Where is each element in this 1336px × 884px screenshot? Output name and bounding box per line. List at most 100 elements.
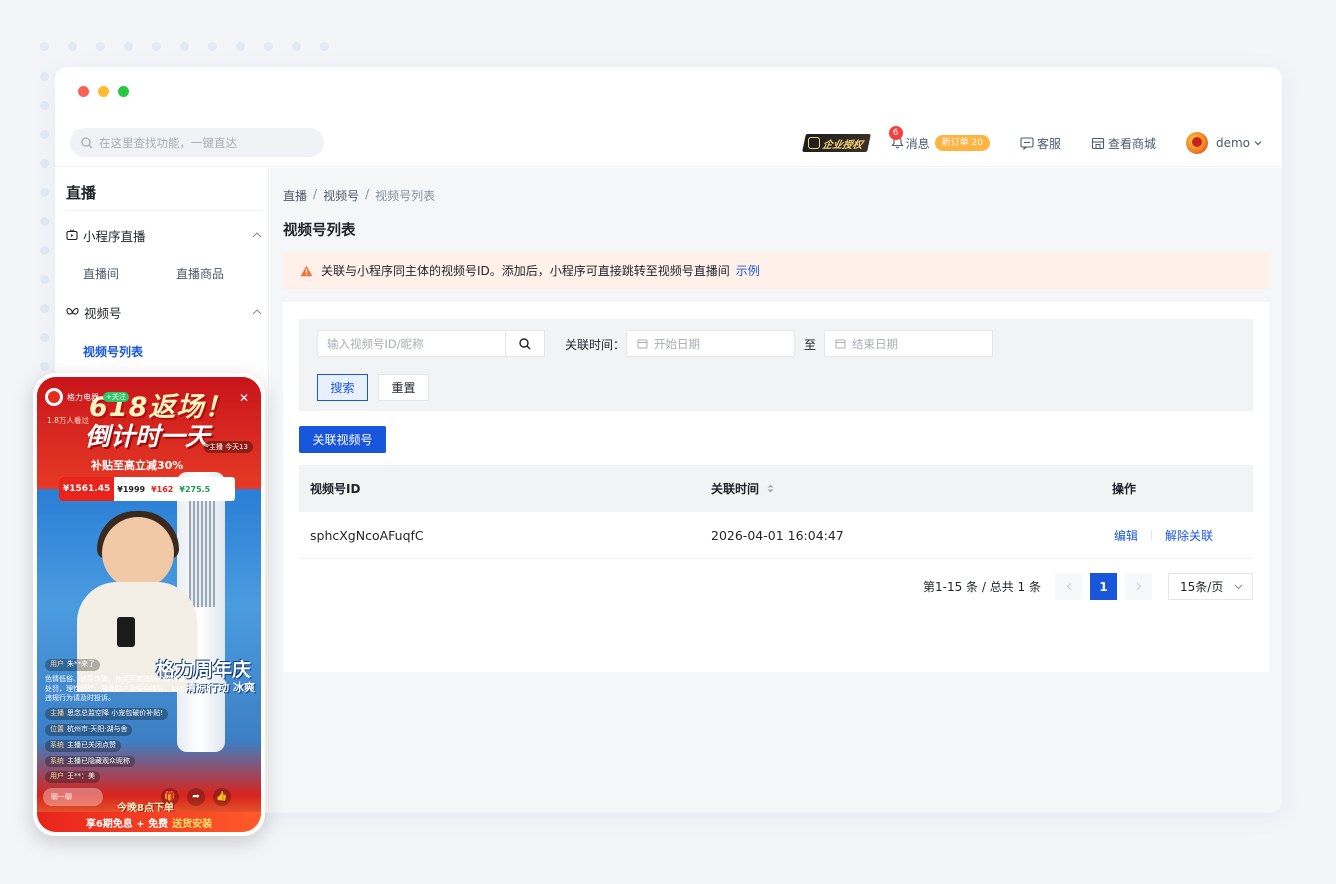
host-image bbox=[102, 517, 174, 589]
prev-page-button[interactable] bbox=[1055, 573, 1082, 600]
table-header: 视频号ID 关联时间 操作 bbox=[299, 465, 1253, 512]
user-menu[interactable]: demo bbox=[1185, 132, 1262, 154]
main-content: 直播 / 视频号 / 视频号列表 视频号列表 关联与小程序同主体的视频号ID。添… bbox=[270, 168, 1282, 813]
sidebar-group-label: 小程序直播 bbox=[83, 228, 146, 244]
comment-item: 系统 主播已关闭点赞 bbox=[45, 739, 121, 752]
breadcrumb-current: 视频号列表 bbox=[375, 189, 436, 203]
crown-icon bbox=[807, 137, 820, 149]
sort-icon[interactable] bbox=[767, 484, 774, 493]
start-date-picker[interactable]: 开始日期 bbox=[626, 330, 795, 357]
next-page-button[interactable] bbox=[1125, 573, 1152, 600]
pagination: 第1-15 条 / 总共 1 条 1 15条/页 bbox=[923, 573, 1253, 600]
price-bar: ¥1561.45 ¥1999 ¥162 ¥275.5 bbox=[59, 477, 235, 501]
message-count-badge: 6 bbox=[888, 125, 903, 140]
cell-actions: 编辑 解除关联 bbox=[1114, 512, 1213, 558]
top-bar-actions: 企业授权 6 消息 新订单 20 客服 查看商城 demo bbox=[801, 125, 1262, 157]
top-bar: 在这里查找功能，一键直达 企业授权 6 消息 新订单 20 客服 查看商城 de… bbox=[55, 119, 1282, 167]
chevron-right-icon bbox=[1136, 582, 1141, 591]
column-header-time[interactable]: 关联时间 bbox=[711, 465, 774, 512]
comment-item: 用户 朱**来了 bbox=[45, 659, 100, 671]
global-search-input[interactable]: 在这里查找功能，一键直达 bbox=[70, 128, 324, 157]
calendar-icon bbox=[835, 339, 846, 349]
search-placeholder: 在这里查找功能，一键直达 bbox=[99, 135, 237, 150]
host-tag: 主播 今天13 bbox=[203, 441, 253, 453]
sidebar-title: 直播 bbox=[66, 184, 97, 202]
subsidy-text: 补贴至高立减30% bbox=[91, 459, 184, 472]
channel-id-search-button[interactable] bbox=[505, 330, 545, 357]
price-original: ¥1999 bbox=[117, 484, 146, 494]
sidebar-group-channels[interactable]: 视频号 bbox=[66, 302, 262, 322]
like-icon[interactable]: 👍 bbox=[213, 788, 231, 806]
channel-id-input[interactable]: 输入视频号ID/昵称 bbox=[317, 330, 506, 357]
share-icon[interactable]: ➦ bbox=[187, 788, 205, 806]
customer-service-label: 客服 bbox=[1036, 136, 1061, 151]
breadcrumb-separator: / bbox=[313, 187, 318, 201]
end-date-picker[interactable]: 结束日期 bbox=[824, 330, 993, 357]
promo-countdown: 倒计时一天 bbox=[85, 422, 211, 451]
channel-table: 视频号ID 关联时间 操作 sphcXgNcoAFuqfC 2026-04-01… bbox=[299, 465, 1253, 559]
search-icon bbox=[81, 136, 93, 148]
breadcrumb: 直播 / 视频号 / 视频号列表 bbox=[283, 187, 435, 204]
action-divider bbox=[1151, 529, 1153, 541]
messages-button[interactable]: 6 消息 新订单 20 bbox=[888, 125, 990, 152]
maximize-window-button[interactable] bbox=[118, 86, 129, 97]
sidebar-group-miniprogram-live[interactable]: 小程序直播 bbox=[66, 225, 262, 245]
footer-promo-highlight: 送货安装 bbox=[172, 818, 213, 830]
sidebar-item-channel-list[interactable]: 视频号列表 bbox=[83, 343, 143, 360]
shop-info: 格力电器 +关注 bbox=[45, 388, 129, 406]
search-icon bbox=[519, 337, 531, 349]
sidebar-item-live-room[interactable]: 直播间 bbox=[83, 265, 119, 282]
view-mall-button[interactable]: 查看商城 bbox=[1091, 135, 1156, 152]
chevron-up-icon bbox=[252, 309, 262, 315]
enterprise-badge[interactable]: 企业授权 bbox=[801, 134, 871, 152]
live-tv-icon bbox=[66, 229, 78, 241]
alert-text: 关联与小程序同主体的视频号ID。添加后，小程序可直接跳转至视频号直播间 bbox=[321, 264, 730, 278]
comment-item: 主播 思念总监空降 小宠包破价补贴! bbox=[45, 708, 169, 720]
minimize-window-button[interactable] bbox=[98, 86, 109, 97]
column-header-time-label: 关联时间 bbox=[711, 482, 760, 496]
avatar bbox=[1185, 132, 1208, 154]
bell-icon: 6 bbox=[888, 125, 904, 152]
date-range-separator: 至 bbox=[804, 338, 817, 352]
compliance-notice: 色情低俗、诱导诈骗、抽奖买卖违规内容将被处罚，理性消费，避免财产及安全损失，如有… bbox=[45, 674, 185, 703]
close-icon[interactable]: ✕ bbox=[239, 391, 249, 405]
example-link[interactable]: 示例 bbox=[736, 262, 760, 279]
reset-button[interactable]: 重置 bbox=[378, 374, 429, 401]
sidebar-group-label: 视频号 bbox=[84, 305, 122, 321]
follow-button[interactable]: +关注 bbox=[103, 392, 129, 402]
breadcrumb-separator: / bbox=[365, 187, 370, 201]
link-channel-button[interactable]: 关联视频号 bbox=[299, 426, 386, 453]
view-mall-label: 查看商城 bbox=[1107, 136, 1156, 151]
chat-input[interactable]: 聊一聊 bbox=[43, 788, 103, 806]
breadcrumb-item[interactable]: 视频号 bbox=[323, 187, 359, 204]
messages-label: 消息 bbox=[905, 136, 930, 151]
viewer-count: 1.8万人看过 bbox=[47, 416, 89, 425]
cell-channel-id: sphcXgNcoAFuqfC bbox=[310, 527, 424, 543]
sidebar-item-live-products[interactable]: 直播商品 bbox=[176, 265, 224, 282]
butterfly-icon bbox=[66, 307, 79, 315]
window-controls bbox=[78, 86, 129, 97]
live-preview-phone[interactable]: 618返场！ 倒计时一天 格力电器 +关注 1.8万人看过 ✕ 主播 今天13 … bbox=[33, 373, 265, 836]
footer-promo-prefix: 享6期免息 + 免费 bbox=[85, 818, 169, 830]
chevron-left-icon bbox=[1066, 582, 1071, 591]
edit-link[interactable]: 编辑 bbox=[1114, 527, 1138, 544]
breadcrumb-item[interactable]: 直播 bbox=[283, 187, 307, 204]
page-size-select[interactable]: 15条/页 bbox=[1168, 573, 1253, 600]
search-button[interactable]: 搜索 bbox=[317, 374, 368, 401]
chat-icon bbox=[1020, 136, 1034, 150]
page-button-current[interactable]: 1 bbox=[1090, 573, 1117, 600]
close-window-button[interactable] bbox=[78, 86, 89, 97]
unlink-link[interactable]: 解除关联 bbox=[1165, 527, 1213, 544]
warning-icon bbox=[300, 265, 313, 276]
end-date-placeholder: 结束日期 bbox=[852, 336, 898, 351]
list-panel: 输入视频号ID/昵称 关联时间： 开始日期 至 结束日期 搜索 重置 关联视频号… bbox=[283, 302, 1269, 672]
cell-link-time: 2026-04-01 16:04:47 bbox=[711, 527, 844, 543]
pagination-summary: 第1-15 条 / 总共 1 条 bbox=[923, 580, 1041, 594]
column-header-actions: 操作 bbox=[1112, 482, 1137, 496]
chevron-down-icon bbox=[1234, 584, 1243, 589]
decor-dots-row bbox=[40, 42, 329, 51]
phone-stand-image bbox=[117, 617, 135, 647]
page-size-value: 15条/页 bbox=[1180, 580, 1224, 594]
time-filter-label: 关联时间： bbox=[565, 338, 626, 352]
customer-service-button[interactable]: 客服 bbox=[1020, 135, 1061, 152]
